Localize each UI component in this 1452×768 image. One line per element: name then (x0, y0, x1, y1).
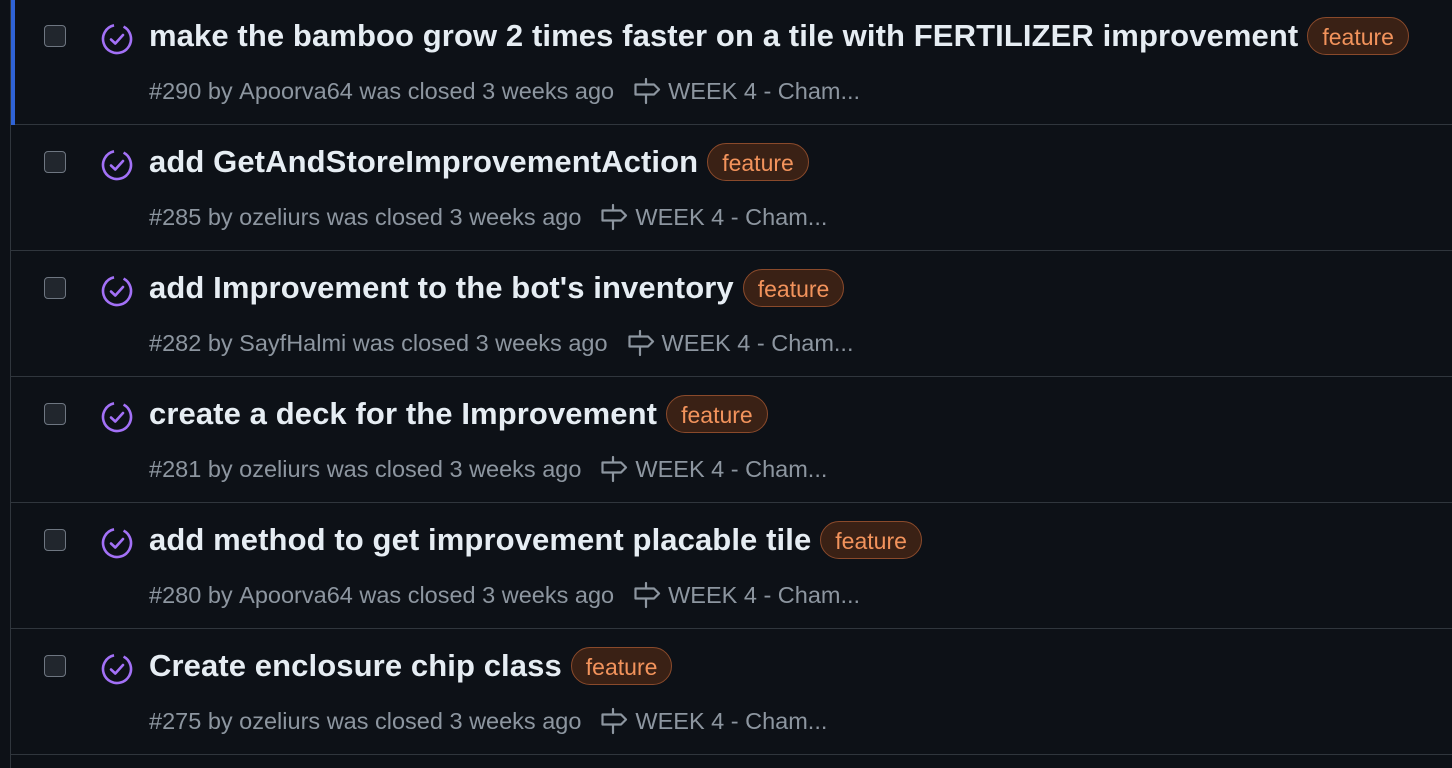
issue-title-line: create a deck for the Improvement featur… (149, 395, 768, 433)
milestone-icon (601, 455, 628, 483)
issue-meta: #281 by ozeliurs was closed 3 weeks ago … (149, 454, 827, 484)
issue-row[interactable]: make the bamboo grow 2 times faster on a… (11, 0, 1452, 125)
issue-row[interactable]: add Improvement to the bot's inventory f… (11, 252, 1452, 377)
milestone-name: WEEK 4 - Cham... (635, 707, 828, 734)
issue-title-link[interactable]: create a deck for the Improvement (149, 396, 657, 432)
issue-number: #290 (149, 77, 202, 104)
issue-closed-time: 3 weeks ago (449, 203, 582, 230)
issue-title-line: add Improvement to the bot's inventory f… (149, 269, 845, 307)
issue-title-link[interactable]: add Improvement to the bot's inventory (149, 270, 734, 306)
issue-meta: #285 by ozeliurs was closed 3 weeks ago … (149, 202, 827, 232)
milestone-name: WEEK 4 - Cham... (668, 581, 861, 608)
selected-row-indicator (11, 0, 15, 125)
issue-author-link[interactable]: SayfHalmi (239, 330, 346, 357)
issue-row[interactable]: add method to get improvement placable t… (11, 504, 1452, 629)
issue-closed-time: 3 weeks ago (482, 581, 615, 608)
issue-number: #275 (149, 707, 202, 734)
milestone-icon (627, 329, 654, 357)
select-issue-checkbox[interactable] (44, 403, 66, 425)
issue-author-link[interactable]: Apoorva64 (239, 78, 353, 105)
issue-author-link[interactable]: ozeliurs (239, 708, 320, 735)
issue-title-link[interactable]: add GetAndStoreImprovementAction (149, 144, 698, 180)
issue-author-link[interactable]: ozeliurs (239, 456, 320, 483)
issue-row[interactable]: add GetAndStoreImprovementAction feature… (11, 126, 1452, 251)
issue-title-link[interactable]: make the bamboo grow 2 times faster on a… (149, 18, 1298, 54)
meta-by: by (207, 329, 233, 356)
meta-by: by (207, 203, 233, 230)
issue-list: make the bamboo grow 2 times faster on a… (0, 0, 1452, 768)
issue-row[interactable]: Create enclosure chip class feature #275… (11, 630, 1452, 755)
meta-by: by (207, 707, 233, 734)
issue-title-line: make the bamboo grow 2 times faster on a… (149, 17, 1409, 55)
issue-closed-time: 3 weeks ago (449, 455, 582, 482)
issue-closed-time: 3 weeks ago (475, 329, 608, 356)
milestone-icon (634, 77, 661, 105)
issue-meta: #290 by Apoorva64 was closed 3 weeks ago… (149, 76, 860, 106)
issue-closed-icon (101, 653, 133, 685)
issue-meta: #275 by ozeliurs was closed 3 weeks ago … (149, 706, 827, 736)
milestone-name: WEEK 4 - Cham... (635, 455, 828, 482)
issue-title-link[interactable]: Create enclosure chip class (149, 648, 562, 684)
issue-milestone-link[interactable]: WEEK 4 - Cham... (599, 202, 827, 232)
issue-meta: #280 by Apoorva64 was closed 3 weeks ago… (149, 580, 860, 610)
issue-number: #280 (149, 581, 202, 608)
milestone-icon (634, 581, 661, 609)
issue-title-line: Create enclosure chip class feature (149, 647, 673, 685)
issue-closed-icon (101, 149, 133, 181)
issue-milestone-link[interactable]: WEEK 4 - Cham... (599, 454, 827, 484)
milestone-name: WEEK 4 - Cham... (661, 329, 854, 356)
issue-label-badge[interactable]: feature (707, 143, 809, 181)
issue-status-text: was closed (359, 77, 476, 104)
meta-by: by (207, 455, 233, 482)
issue-author-link[interactable]: Apoorva64 (239, 582, 353, 609)
select-issue-checkbox[interactable] (44, 655, 66, 677)
milestone-name: WEEK 4 - Cham... (635, 203, 828, 230)
issue-number: #282 (149, 329, 202, 356)
milestone-icon (601, 707, 628, 735)
issue-status-text: was closed (359, 581, 476, 608)
issue-milestone-link[interactable]: WEEK 4 - Cham... (632, 76, 860, 106)
issue-closed-time: 3 weeks ago (482, 77, 615, 104)
issue-label-badge[interactable]: feature (820, 521, 922, 559)
issue-label-badge[interactable]: feature (666, 395, 768, 433)
issue-closed-icon (101, 275, 133, 307)
issue-label-badge[interactable]: feature (1307, 17, 1409, 55)
issue-status-text: was closed (326, 203, 443, 230)
issue-closed-icon (101, 527, 133, 559)
issue-status-text: was closed (326, 455, 443, 482)
issue-meta: #282 by SayfHalmi was closed 3 weeks ago… (149, 328, 854, 358)
select-issue-checkbox[interactable] (44, 25, 66, 47)
issue-number: #285 (149, 203, 202, 230)
select-issue-checkbox[interactable] (44, 277, 66, 299)
issue-title-line: add GetAndStoreImprovementAction feature (149, 143, 809, 181)
issue-author-link[interactable]: ozeliurs (239, 204, 320, 231)
issue-milestone-link[interactable]: WEEK 4 - Cham... (599, 706, 827, 736)
issue-milestone-link[interactable]: WEEK 4 - Cham... (626, 328, 854, 358)
milestone-icon (601, 203, 628, 231)
issue-closed-time: 3 weeks ago (449, 707, 582, 734)
issue-closed-icon (101, 23, 133, 55)
issue-title-link[interactable]: add method to get improvement placable t… (149, 522, 811, 558)
issue-milestone-link[interactable]: WEEK 4 - Cham... (632, 580, 860, 610)
issue-status-text: was closed (326, 707, 443, 734)
issue-number: #281 (149, 455, 202, 482)
milestone-name: WEEK 4 - Cham... (668, 77, 861, 104)
issue-label-badge[interactable]: feature (742, 269, 845, 307)
issue-closed-icon (101, 401, 133, 433)
select-issue-checkbox[interactable] (44, 529, 66, 551)
issue-label-badge[interactable]: feature (570, 647, 673, 685)
issue-status-text: was closed (352, 329, 470, 356)
issue-row[interactable]: create a deck for the Improvement featur… (11, 378, 1452, 503)
meta-by: by (207, 581, 233, 608)
select-issue-checkbox[interactable] (44, 151, 66, 173)
meta-by: by (207, 77, 233, 104)
issue-title-line: add method to get improvement placable t… (149, 521, 922, 559)
